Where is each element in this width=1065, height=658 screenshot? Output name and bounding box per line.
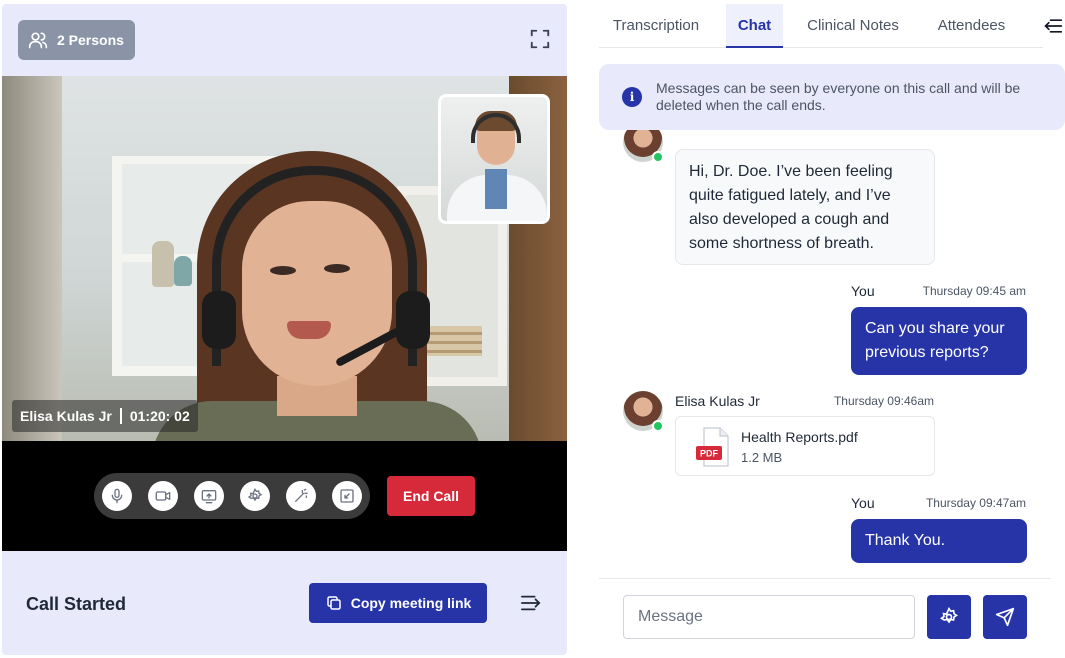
copy-icon [326, 596, 341, 610]
toggle-side-panel-icon[interactable] [520, 593, 542, 613]
camera-icon [155, 491, 171, 501]
message-timestamp: Thursday 09:47am [925, 496, 1026, 510]
online-status-indicator [652, 420, 664, 432]
message-bubble-outgoing: Can you share your previous reports? [851, 307, 1027, 375]
end-call-button[interactable]: End Call [387, 476, 475, 516]
message-bubble-outgoing: Thank You. [851, 519, 1027, 563]
info-icon: i [622, 87, 642, 107]
collapse-panel-icon[interactable] [1043, 16, 1063, 36]
video-call-panel: 2 Persons Elisa Kulas Jr 01:20: 02 End C… [2, 4, 567, 655]
magic-wand-icon [295, 488, 308, 502]
file-size: 1.2 MB [741, 450, 783, 465]
composer-divider [599, 578, 1051, 579]
participants-badge[interactable]: 2 Persons [18, 20, 135, 60]
microphone-icon [111, 488, 123, 504]
fullscreen-icon[interactable] [529, 28, 551, 50]
tab-attendees[interactable]: Attendees [925, 4, 1018, 48]
file-attachment[interactable]: PDF Health Reports.pdf 1.2 MB [675, 416, 935, 476]
online-status-indicator [652, 151, 664, 163]
pdf-file-icon: PDF [696, 427, 729, 467]
message-input[interactable] [623, 595, 915, 639]
message-text: Hi, Dr. Doe. I’ve been feeling quite fat… [689, 163, 893, 252]
main-video-feed: Elisa Kulas Jr 01:20: 02 [2, 76, 567, 441]
call-status: Call Started [26, 594, 127, 614]
chat-info-banner: i Messages can be seen by everyone on th… [599, 64, 1065, 130]
message-timestamp: Thursday 09:46am [833, 394, 934, 408]
pdf-type-label: PDF [700, 449, 719, 459]
tab-clinical-notes[interactable]: Clinical Notes [797, 4, 909, 48]
self-video-thumbnail[interactable] [438, 94, 550, 224]
call-settings-button[interactable] [240, 481, 270, 511]
participant-name: Elisa Kulas Jr [20, 408, 112, 424]
message-bubble-incoming: Hi, Dr. Doe. I’ve been feeling quite fat… [675, 149, 935, 265]
info-message: Messages can be seen by everyone on this… [656, 80, 1021, 113]
settings-icon [939, 607, 959, 624]
participant-name-tag: Elisa Kulas Jr 01:20: 02 [12, 400, 198, 432]
file-name: Health Reports.pdf [741, 429, 858, 445]
send-button[interactable] [983, 595, 1027, 639]
call-duration: 01:20: 02 [129, 408, 190, 424]
side-panel-tabs: Transcription Chat Clinical Notes Attend… [599, 4, 1043, 48]
message-sender: You [851, 495, 875, 511]
minimize-icon [340, 489, 354, 503]
message-sender: Elisa Kulas Jr [675, 393, 760, 409]
camera-button[interactable] [148, 481, 178, 511]
message-timestamp: Thursday 09:45 am [922, 284, 1026, 298]
call-controls-bar: End Call [2, 441, 567, 551]
message-text: Thank You. [865, 532, 946, 549]
chat-settings-button[interactable] [927, 595, 971, 639]
microphone-button[interactable] [102, 481, 132, 511]
participants-count: 2 Persons [57, 32, 124, 48]
screen-share-button[interactable] [194, 481, 224, 511]
message-text: Can you share your previous reports? [865, 320, 1005, 361]
tab-chat[interactable]: Chat [726, 4, 783, 48]
settings-icon [247, 488, 263, 502]
tab-transcription[interactable]: Transcription [599, 4, 713, 48]
effects-button[interactable] [286, 481, 316, 511]
message-sender: You [851, 283, 875, 299]
send-icon [995, 607, 1015, 627]
copy-meeting-link-button[interactable]: Copy meeting link [309, 583, 487, 623]
users-icon [28, 32, 48, 49]
media-controls-group [94, 473, 370, 519]
copy-meeting-link-label: Copy meeting link [350, 595, 472, 611]
screen-share-icon [201, 490, 217, 504]
divider [119, 408, 122, 424]
minimize-button[interactable] [332, 481, 362, 511]
